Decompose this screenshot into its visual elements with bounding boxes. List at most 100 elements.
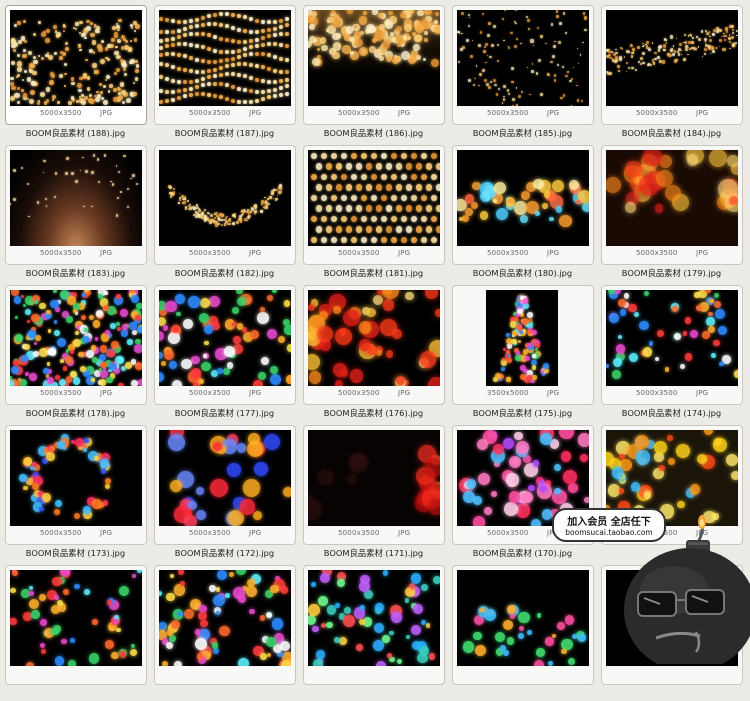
file-thumbnail-card[interactable]: 5000x3500 JPG <box>303 285 445 405</box>
file-thumbnail-card[interactable]: 5000x3500 JPG <box>154 5 296 125</box>
file-item[interactable] <box>1 561 150 701</box>
bokeh-dot <box>172 187 176 191</box>
file-name[interactable]: BOOM良品素材 (177).jpg <box>150 407 299 419</box>
file-item[interactable]: 5000x3500 JPG BOOM良品素材 (184).jpg <box>597 1 746 141</box>
file-item[interactable] <box>597 561 746 701</box>
file-item[interactable] <box>150 561 299 701</box>
file-name[interactable]: BOOM良品素材 (180).jpg <box>448 267 597 279</box>
bokeh-dot <box>114 619 119 624</box>
bokeh-dot <box>100 58 106 65</box>
file-name[interactable]: BOOM良品素材 (186).jpg <box>299 127 448 139</box>
file-thumbnail-card[interactable] <box>452 565 594 685</box>
file-name[interactable]: BOOM良品素材 (179).jpg <box>597 267 746 279</box>
bokeh-dot <box>319 572 330 583</box>
bokeh-dot <box>576 47 579 50</box>
file-item[interactable]: 5000x3500 JPG BOOM良品素材 (182).jpg <box>150 141 299 281</box>
bokeh-dot <box>512 104 515 106</box>
bokeh-dot <box>135 77 139 81</box>
file-name[interactable]: BOOM良品素材 (174).jpg <box>597 407 746 419</box>
file-thumbnail-card[interactable]: 5000x3500 JPG <box>601 5 743 125</box>
bokeh-dot <box>331 18 341 28</box>
file-item[interactable]: 5000x3500 JPG BOOM良品素材 (187).jpg <box>150 1 299 141</box>
file-thumbnail-card[interactable]: 5000x3500 JPG <box>154 145 296 265</box>
file-item[interactable]: 3500x5000 JPG BOOM良品素材 (175).jpg <box>448 281 597 421</box>
file-name[interactable]: BOOM良品素材 (171).jpg <box>299 547 448 559</box>
file-thumbnail-card[interactable]: 5000x3500 JPG <box>5 285 147 405</box>
image-dimensions: 5000x3500 <box>487 249 529 257</box>
file-thumbnail-card[interactable]: 5000x3500 JPG <box>5 5 147 125</box>
bokeh-dot <box>704 41 707 43</box>
bokeh-dot <box>217 223 220 225</box>
file-name[interactable]: BOOM良品素材 (187).jpg <box>150 127 299 139</box>
file-name[interactable]: BOOM良品素材 (188).jpg <box>1 127 150 139</box>
file-name[interactable]: BOOM良品素材 (182).jpg <box>150 267 299 279</box>
file-thumbnail-card[interactable]: 5000x3500 JPG <box>601 285 743 405</box>
file-item[interactable]: 5000x3500 JPG BOOM良品素材 (173).jpg <box>1 421 150 561</box>
bokeh-dot <box>642 42 644 44</box>
bokeh-dot <box>474 77 476 80</box>
file-item[interactable]: 5000x3500 JPG BOOM良品素材 (177).jpg <box>150 281 299 421</box>
bokeh-dot <box>62 366 68 371</box>
file-thumbnail-card[interactable]: 5000x3500 JPG <box>303 5 445 125</box>
file-item[interactable]: 5000x3500 JPG BOOM良品素材 (179).jpg <box>597 141 746 281</box>
promo-speech-bubble[interactable]: 加入会员 全店任下 boomsucai.taobao.com <box>552 508 666 542</box>
file-item[interactable]: 5000x3500 JPG BOOM良品素材 (183).jpg <box>1 141 150 281</box>
file-item[interactable]: 5000x3500 JPG BOOM良品素材 (174).jpg <box>597 281 746 421</box>
file-thumbnail-card[interactable]: 5000x3500 JPG <box>303 145 445 265</box>
file-name[interactable]: BOOM良品素材 (173).jpg <box>1 547 150 559</box>
file-item[interactable]: 5000x3500 JPG BOOM良品素材 (188).jpg <box>1 1 150 141</box>
file-item[interactable]: 5000x3500 JPG BOOM良品素材 (171).jpg <box>299 421 448 561</box>
file-thumbnail-card[interactable] <box>154 565 296 685</box>
file-thumbnail-card[interactable]: 5000x3500 JPG <box>601 145 743 265</box>
bokeh-dot <box>686 53 689 56</box>
file-thumbnail-card[interactable]: 3500x5000 JPG <box>452 285 594 405</box>
bokeh-dot <box>511 67 515 71</box>
bokeh-dot <box>420 194 428 202</box>
bokeh-dot <box>375 163 383 170</box>
file-meta: 5000x3500 JPG <box>6 109 146 121</box>
file-thumbnail-card[interactable]: 5000x3500 JPG <box>5 145 147 265</box>
file-item[interactable]: 5000x3500 JPG BOOM良品素材 (186).jpg <box>299 1 448 141</box>
bokeh-dot <box>350 173 358 181</box>
file-item[interactable]: 5000x3500 JPG BOOM良品素材 (180).jpg <box>448 141 597 281</box>
file-name[interactable]: BOOM良品素材 (184).jpg <box>597 127 746 139</box>
file-thumbnail-card[interactable] <box>5 565 147 685</box>
file-thumbnail-card[interactable] <box>601 565 743 685</box>
file-name[interactable]: BOOM良品素材 (176).jpg <box>299 407 448 419</box>
file-item[interactable] <box>299 561 448 701</box>
file-item[interactable]: 5000x3500 JPG BOOM良品素材 (178).jpg <box>1 281 150 421</box>
file-name[interactable]: BOOM良品素材 (175).jpg <box>448 407 597 419</box>
bokeh-dot <box>312 658 323 666</box>
file-thumbnail-card[interactable] <box>303 565 445 685</box>
file-item[interactable] <box>448 561 597 701</box>
file-item[interactable]: 5000x3500 JPG BOOM良品素材 (181).jpg <box>299 141 448 281</box>
bokeh-dot <box>540 35 543 38</box>
bokeh-dot <box>119 82 125 87</box>
file-name[interactable]: BOOM良品素材 (183).jpg <box>1 267 150 279</box>
file-thumbnail-card[interactable]: 5000x3500 JPG <box>5 425 147 545</box>
file-meta: 5000x3500 JPG <box>304 249 444 261</box>
file-thumbnail-card[interactable]: 5000x3500 JPG <box>154 425 296 545</box>
bokeh-dot <box>509 321 516 328</box>
file-name[interactable]: BOOM良品素材 (185).jpg <box>448 127 597 139</box>
bokeh-dot <box>187 208 190 211</box>
bokeh-dot <box>188 296 200 308</box>
file-thumbnail-card[interactable]: 5000x3500 JPG <box>303 425 445 545</box>
file-name[interactable]: BOOM良品素材 (170).jpg <box>448 547 597 559</box>
bokeh-dot <box>261 35 265 40</box>
bokeh-dot <box>106 376 113 383</box>
bokeh-dot <box>380 236 388 244</box>
bokeh-dot <box>231 26 235 30</box>
file-thumbnail-card[interactable]: 5000x3500 JPG <box>452 5 594 125</box>
bokeh-dot <box>370 152 378 160</box>
file-name[interactable]: BOOM良品素材 (172).jpg <box>150 547 299 559</box>
file-item[interactable]: 5000x3500 JPG BOOM良品素材 (172).jpg <box>150 421 299 561</box>
bokeh-dot <box>555 10 559 13</box>
file-item[interactable]: 5000x3500 JPG BOOM良品素材 (185).jpg <box>448 1 597 141</box>
file-item[interactable]: 5000x3500 JPG BOOM良品素材 (176).jpg <box>299 281 448 421</box>
file-thumbnail-card[interactable]: 5000x3500 JPG <box>154 285 296 405</box>
file-thumbnail-card[interactable]: 5000x3500 JPG <box>452 145 594 265</box>
file-name[interactable]: BOOM良品素材 (178).jpg <box>1 407 150 419</box>
image-thumbnail <box>10 10 142 106</box>
file-name[interactable]: BOOM良品素材 (181).jpg <box>299 267 448 279</box>
